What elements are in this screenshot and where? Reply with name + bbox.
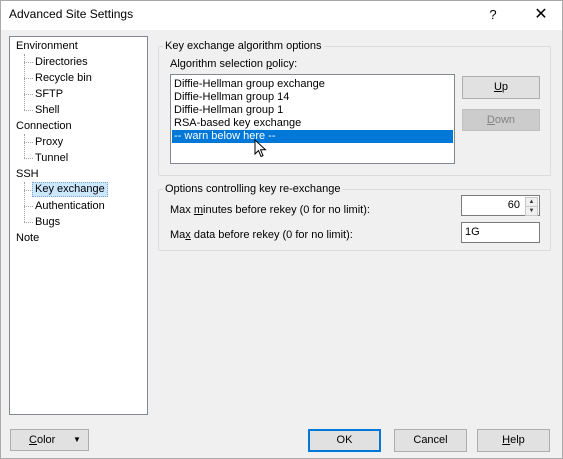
tree-connector — [24, 62, 33, 63]
algorithm-item-dh-group-1[interactable]: Diffie-Hellman group 1 — [172, 104, 453, 117]
tree-item-directories[interactable]: Directories — [33, 55, 90, 70]
algorithm-item-dh-group-exchange[interactable]: Diffie-Hellman group exchange — [172, 78, 453, 91]
down-button[interactable]: Down — [462, 109, 540, 131]
help-button[interactable]: Help — [477, 429, 550, 452]
settings-tree[interactable]: Environment Directories Recycle bin SFTP… — [9, 36, 148, 415]
title-bar: Advanced Site Settings ? ✕ — [1, 1, 562, 30]
advanced-site-settings-dialog: Advanced Site Settings ? ✕ Environment D… — [0, 0, 563, 459]
color-button[interactable]: Color ▼ — [10, 429, 89, 451]
algorithm-item-warn-below[interactable]: -- warn below here -- — [172, 130, 453, 143]
window-title: Advanced Site Settings — [9, 7, 134, 21]
tree-connector — [24, 134, 25, 158]
tree-connector — [24, 110, 33, 111]
kex-group-title: Key exchange algorithm options — [163, 40, 324, 53]
tree-item-proxy[interactable]: Proxy — [33, 135, 65, 150]
tree-connector — [24, 206, 33, 207]
tree-item-key-exchange[interactable]: Key exchange — [32, 182, 108, 197]
tree-item-tunnel[interactable]: Tunnel — [33, 151, 70, 166]
tree-item-connection[interactable]: Connection — [14, 119, 74, 134]
policy-label: Algorithm selection policy: — [170, 58, 298, 70]
tree-connector — [24, 94, 33, 95]
dropdown-arrow-icon: ▼ — [73, 435, 81, 444]
tree-connector — [24, 158, 33, 159]
mouse-cursor-icon — [254, 139, 267, 158]
tree-item-ssh[interactable]: SSH — [14, 167, 41, 182]
tree-item-recycle-bin[interactable]: Recycle bin — [33, 71, 94, 86]
close-button[interactable]: ✕ — [521, 3, 561, 27]
algorithm-item-dh-group-14[interactable]: Diffie-Hellman group 14 — [172, 91, 453, 104]
tree-item-sftp[interactable]: SFTP — [33, 87, 65, 102]
algorithm-list[interactable]: Diffie-Hellman group exchange Diffie-Hel… — [170, 74, 455, 164]
max-data-label: Max data before rekey (0 for no limit): — [170, 229, 353, 241]
help-title-button[interactable]: ? — [479, 5, 507, 25]
rekey-group-title: Options controlling key re-exchange — [163, 183, 343, 196]
up-button[interactable]: Up — [462, 76, 540, 99]
tree-connector — [24, 222, 33, 223]
max-data-field[interactable]: 1G — [461, 222, 540, 243]
tree-item-authentication[interactable]: Authentication — [33, 199, 107, 214]
tree-item-note[interactable]: Note — [14, 231, 41, 246]
tree-item-environment[interactable]: Environment — [14, 39, 80, 54]
cancel-button[interactable]: Cancel — [394, 429, 467, 452]
tree-connector — [24, 142, 33, 143]
tree-item-shell[interactable]: Shell — [33, 103, 61, 118]
tree-item-bugs[interactable]: Bugs — [33, 215, 62, 230]
max-minutes-label: Max minutes before rekey (0 for no limit… — [170, 204, 370, 216]
tree-connector — [24, 78, 33, 79]
spin-down-icon[interactable]: ▼ — [525, 206, 538, 216]
tree-connector — [24, 182, 25, 222]
ok-button[interactable]: OK — [308, 429, 381, 452]
algorithm-item-rsa-kex[interactable]: RSA-based key exchange — [172, 117, 453, 130]
